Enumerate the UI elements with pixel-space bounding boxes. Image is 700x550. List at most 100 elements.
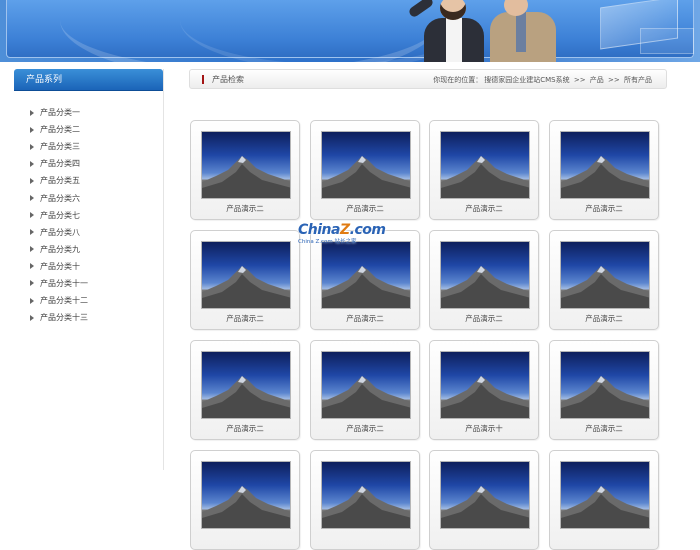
breadcrumb-separator: >> xyxy=(608,76,620,84)
sidebar-item-label: 产品分类四 xyxy=(40,159,80,169)
sidebar-item-label: 产品分类十三 xyxy=(40,313,88,323)
main-header-bar: 产品检索 你现在的位置： 搜德家园企业建站CMS系统 >> 产品 >> 所有产品 xyxy=(189,69,667,89)
main-content: 产品检索 你现在的位置： 搜德家园企业建站CMS系统 >> 产品 >> 所有产品 … xyxy=(189,69,667,550)
breadcrumb-current: 所有产品 xyxy=(624,76,652,84)
breadcrumb-link-products[interactable]: 产品 xyxy=(590,76,604,84)
sidebar-item-label: 产品分类十一 xyxy=(40,278,88,288)
product-card[interactable]: 产品演示二 xyxy=(190,120,300,220)
arrow-right-icon xyxy=(30,126,34,133)
product-card[interactable] xyxy=(310,450,420,550)
sidebar-item-label: 产品分类二 xyxy=(40,125,80,135)
arrow-right-icon xyxy=(30,109,34,116)
product-thumbnail[interactable] xyxy=(321,351,411,419)
sidebar-item-category[interactable]: 产品分类十 xyxy=(14,258,163,275)
sidebar-item-category[interactable]: 产品分类一 xyxy=(14,104,163,121)
arrow-right-icon xyxy=(30,160,34,167)
product-card[interactable]: 产品演示二 xyxy=(549,340,659,440)
product-thumbnail[interactable] xyxy=(321,241,411,309)
product-thumbnail[interactable] xyxy=(560,131,650,199)
sidebar-item-category[interactable]: 产品分类六 xyxy=(14,189,163,206)
sidebar-item-category[interactable]: 产品分类八 xyxy=(14,224,163,241)
product-thumbnail[interactable] xyxy=(440,461,530,529)
sidebar-item-category[interactable]: 产品分类四 xyxy=(14,155,163,172)
product-caption[interactable]: 产品演示二 xyxy=(311,203,419,214)
title-marker xyxy=(202,74,204,84)
product-thumbnail[interactable] xyxy=(440,131,530,199)
product-caption[interactable]: 产品演示二 xyxy=(191,203,299,214)
page-title: 产品检索 xyxy=(212,74,244,84)
product-caption[interactable]: 产品演示二 xyxy=(550,313,658,324)
sidebar-item-category[interactable]: 产品分类五 xyxy=(14,172,163,189)
category-list: 产品分类一产品分类二产品分类三产品分类四产品分类五产品分类六产品分类七产品分类八… xyxy=(14,91,163,326)
product-card[interactable] xyxy=(549,450,659,550)
watermark-logo: ChinaZ.com xyxy=(298,222,386,238)
product-thumbnail[interactable] xyxy=(321,461,411,529)
product-thumbnail[interactable] xyxy=(440,351,530,419)
sidebar-item-label: 产品分类十二 xyxy=(40,296,88,306)
breadcrumb-link-home[interactable]: 搜德家园企业建站CMS系统 xyxy=(484,76,569,84)
sidebar-item-label: 产品分类六 xyxy=(40,193,80,203)
product-caption[interactable]: 产品演示十 xyxy=(430,423,538,434)
product-thumbnail[interactable] xyxy=(560,241,650,309)
product-caption[interactable]: 产品演示二 xyxy=(430,203,538,214)
product-card[interactable]: 产品演示二 xyxy=(549,120,659,220)
sidebar-item-label: 产品分类三 xyxy=(40,142,80,152)
arrow-right-icon xyxy=(30,143,34,150)
product-caption[interactable]: 产品演示二 xyxy=(191,313,299,324)
sidebar-item-label: 产品分类一 xyxy=(40,108,80,118)
product-caption[interactable]: 产品演示二 xyxy=(550,203,658,214)
sidebar-item-label: 产品分类八 xyxy=(40,227,80,237)
product-caption[interactable]: 产品演示二 xyxy=(191,423,299,434)
product-card[interactable] xyxy=(190,450,300,550)
watermark-subtitle: China Z.com 站长之家 xyxy=(298,239,357,245)
product-caption[interactable]: 产品演示二 xyxy=(550,423,658,434)
sidebar-item-category[interactable]: 产品分类九 xyxy=(14,241,163,258)
breadcrumb-separator: >> xyxy=(573,76,586,84)
product-card[interactable]: 产品演示二 xyxy=(429,230,539,330)
arrow-right-icon xyxy=(30,280,34,287)
arrow-right-icon xyxy=(30,177,34,184)
sidebar-item-category[interactable]: 产品分类十二 xyxy=(14,292,163,309)
product-card[interactable]: 产品演示二 xyxy=(549,230,659,330)
breadcrumb: 你现在的位置： 搜德家园企业建站CMS系统 >> 产品 >> 所有产品 xyxy=(431,75,652,85)
product-card[interactable]: 产品演示二 xyxy=(190,340,300,440)
product-thumbnail[interactable] xyxy=(560,351,650,419)
arrow-right-icon xyxy=(30,314,34,321)
sidebar-item-category[interactable]: 产品分类二 xyxy=(14,121,163,138)
product-caption[interactable]: 产品演示二 xyxy=(311,423,419,434)
breadcrumb-prefix: 你现在的位置： xyxy=(433,76,483,84)
sidebar-item-category[interactable]: 产品分类十三 xyxy=(14,309,163,326)
arrow-right-icon xyxy=(30,229,34,236)
product-caption[interactable]: 产品演示二 xyxy=(430,313,538,324)
arrow-right-icon xyxy=(30,246,34,253)
product-card[interactable]: 产品演示二 xyxy=(190,230,300,330)
site-watermark: ChinaZ.com China Z.com 站长之家 xyxy=(298,222,404,248)
sidebar-item-label: 产品分类十 xyxy=(40,261,80,271)
product-card[interactable]: 产品演示二 xyxy=(310,340,420,440)
sidebar: 产品系列 产品分类一产品分类二产品分类三产品分类四产品分类五产品分类六产品分类七… xyxy=(14,69,164,470)
sidebar-item-category[interactable]: 产品分类三 xyxy=(14,138,163,155)
product-card[interactable]: 产品演示二 xyxy=(429,120,539,220)
product-thumbnail[interactable] xyxy=(201,241,291,309)
product-card[interactable]: 产品演示十 xyxy=(429,340,539,440)
product-caption[interactable]: 产品演示二 xyxy=(311,313,419,324)
product-thumbnail[interactable] xyxy=(201,351,291,419)
sidebar-title: 产品系列 xyxy=(14,69,163,91)
arrow-right-icon xyxy=(30,297,34,304)
product-thumbnail[interactable] xyxy=(321,131,411,199)
sidebar-item-label: 产品分类七 xyxy=(40,210,80,220)
arrow-right-icon xyxy=(30,195,34,202)
arrow-right-icon xyxy=(30,212,34,219)
product-thumbnail[interactable] xyxy=(440,241,530,309)
product-thumbnail[interactable] xyxy=(201,461,291,529)
product-card[interactable] xyxy=(429,450,539,550)
sidebar-item-category[interactable]: 产品分类七 xyxy=(14,207,163,224)
sidebar-item-category[interactable]: 产品分类十一 xyxy=(14,275,163,292)
product-card[interactable]: 产品演示二 xyxy=(310,120,420,220)
product-thumbnail[interactable] xyxy=(560,461,650,529)
header-banner xyxy=(0,0,700,62)
product-thumbnail[interactable] xyxy=(201,131,291,199)
banner-screen-decoration xyxy=(640,28,694,54)
sidebar-item-label: 产品分类九 xyxy=(40,244,80,254)
arrow-right-icon xyxy=(30,263,34,270)
